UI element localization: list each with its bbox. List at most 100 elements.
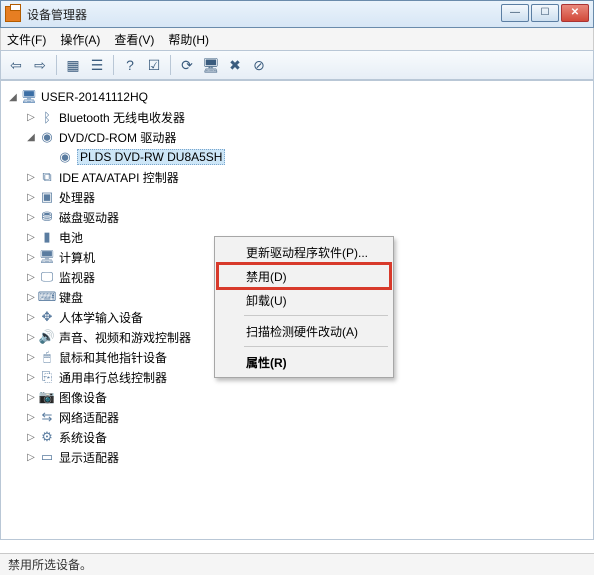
status-bar: 禁用所选设备。 (0, 553, 594, 575)
maximize-button[interactable]: ☐ (531, 4, 559, 22)
expand-icon[interactable]: ▷ (25, 271, 37, 283)
device-icon: 🖥 (39, 249, 55, 265)
ctx-separator (244, 315, 388, 316)
properties-button[interactable]: ☑ (143, 54, 165, 76)
window-controls: — ☐ ✕ (499, 4, 589, 22)
device-icon: ▣ (39, 189, 55, 205)
title-bar: 设备管理器 — ☐ ✕ (0, 0, 594, 28)
expand-icon[interactable]: ▷ (25, 411, 37, 423)
tree-item[interactable]: ▷⇆网络适配器 (25, 407, 589, 427)
device-icon: ⇆ (39, 409, 55, 425)
tree-item[interactable]: ▷📷图像设备 (25, 387, 589, 407)
forward-button[interactable]: ⇨ (29, 54, 51, 76)
device-icon: 🖱 (39, 349, 55, 365)
ctx-properties[interactable]: 属性(R) (218, 350, 390, 374)
tree-item[interactable]: ▷▭显示适配器 (25, 447, 589, 467)
ctx-label: 禁用(D) (246, 268, 287, 285)
minimize-button[interactable]: — (501, 4, 529, 22)
disable-icon: ⊘ (253, 57, 265, 74)
ctx-label: 扫描检测硬件改动(A) (246, 323, 358, 340)
ctx-disable[interactable]: 禁用(D) (218, 264, 390, 288)
update-button[interactable]: ⟳ (176, 54, 198, 76)
device-icon: 🔊 (39, 329, 55, 345)
expand-icon[interactable]: ▷ (25, 251, 37, 263)
arrow-right-icon: ⇨ (34, 57, 46, 74)
view-small-button[interactable]: ☰ (86, 54, 108, 76)
menu-view[interactable]: 查看(V) (114, 31, 154, 48)
computer-icon: 🖥 (21, 89, 37, 105)
tree-item-label: 计算机 (59, 249, 95, 266)
maximize-icon: ☐ (541, 8, 550, 18)
view-large-button[interactable]: ▦ (62, 54, 84, 76)
tree-item-label: 鼠标和其他指针设备 (59, 349, 167, 366)
expand-icon[interactable]: ▷ (25, 291, 37, 303)
ctx-update-driver[interactable]: 更新驱动程序软件(P)... (218, 240, 390, 264)
expand-icon[interactable]: ▷ (25, 111, 37, 123)
tree-item-label: Bluetooth 无线电收发器 (59, 109, 185, 126)
ctx-uninstall[interactable]: 卸载(U) (218, 288, 390, 312)
tree-item-label: 人体学输入设备 (59, 309, 143, 326)
device-icon: ▭ (39, 449, 55, 465)
toolbar-separator (170, 55, 171, 75)
properties-icon: ☑ (148, 57, 161, 74)
device-icon: ⎘ (39, 369, 55, 385)
tree-item[interactable]: ◢◉DVD/CD-ROM 驱动器 (25, 127, 589, 147)
expand-icon[interactable]: ▷ (25, 311, 37, 323)
app-icon (5, 6, 21, 22)
expand-icon[interactable]: ◢ (7, 91, 19, 103)
device-icon: ⚙ (39, 429, 55, 445)
tree-item-label: 电池 (59, 229, 83, 246)
toolbar: ⇦ ⇨ ▦ ☰ ? ☑ ⟳ 🖥 ✖ ⊘ (0, 50, 594, 80)
expand-icon[interactable]: ▷ (25, 451, 37, 463)
back-button[interactable]: ⇦ (5, 54, 27, 76)
device-icon: 🖵 (39, 269, 55, 285)
arrow-left-icon: ⇦ (10, 57, 22, 74)
tree-item-label: PLDS DVD-RW DU8A5SH (77, 149, 225, 165)
expand-icon[interactable]: ▷ (25, 211, 37, 223)
tree-item[interactable]: ▷⛃磁盘驱动器 (25, 207, 589, 227)
tree-item[interactable]: ▷⚙系统设备 (25, 427, 589, 447)
toolbar-separator (56, 55, 57, 75)
expand-icon[interactable]: ▷ (25, 191, 37, 203)
expand-icon[interactable]: ▷ (25, 351, 37, 363)
scan-button[interactable]: 🖥 (200, 54, 222, 76)
expand-icon[interactable]: ▷ (25, 391, 37, 403)
menu-file[interactable]: 文件(F) (7, 31, 46, 48)
tree-item[interactable]: ◉PLDS DVD-RW DU8A5SH (43, 147, 589, 167)
tree-item[interactable]: ▷ᛒBluetooth 无线电收发器 (25, 107, 589, 127)
tree-item[interactable]: ▷⧉IDE ATA/ATAPI 控制器 (25, 167, 589, 187)
menu-help[interactable]: 帮助(H) (168, 31, 209, 48)
device-icon: ▮ (39, 229, 55, 245)
scan-icon: 🖥 (202, 57, 220, 74)
expand-icon[interactable]: ▷ (25, 331, 37, 343)
ctx-scan[interactable]: 扫描检测硬件改动(A) (218, 319, 390, 343)
close-button[interactable]: ✕ (561, 4, 589, 22)
device-icon: ◉ (39, 129, 55, 145)
expand-icon[interactable]: ▷ (25, 431, 37, 443)
device-icon: 📷 (39, 389, 55, 405)
ctx-label: 更新驱动程序软件(P)... (246, 244, 368, 261)
disable-button[interactable]: ⊘ (248, 54, 270, 76)
window-title: 设备管理器 (27, 6, 87, 23)
expand-icon[interactable]: ◢ (25, 131, 37, 143)
menu-action[interactable]: 操作(A) (60, 31, 100, 48)
status-text: 禁用所选设备。 (8, 556, 92, 573)
close-icon: ✕ (571, 8, 579, 18)
device-icon: ᛒ (39, 109, 55, 125)
tree-item-label: 处理器 (59, 189, 95, 206)
tree-item-label: 声音、视频和游戏控制器 (59, 329, 191, 346)
device-icon: ⌨ (39, 289, 55, 305)
help-button[interactable]: ? (119, 54, 141, 76)
tree-root[interactable]: ◢ 🖥 USER-20141112HQ (7, 87, 589, 107)
tree-item[interactable]: ▷▣处理器 (25, 187, 589, 207)
context-menu: 更新驱动程序软件(P)... 禁用(D) 卸载(U) 扫描检测硬件改动(A) 属… (214, 236, 394, 378)
uninstall-button[interactable]: ✖ (224, 54, 246, 76)
tree-item-label: 网络适配器 (59, 409, 119, 426)
expand-icon[interactable]: ▷ (25, 371, 37, 383)
expand-icon[interactable]: ▷ (25, 171, 37, 183)
ctx-separator (244, 346, 388, 347)
tree-item-label: IDE ATA/ATAPI 控制器 (59, 169, 179, 186)
expand-icon[interactable]: ▷ (25, 231, 37, 243)
tree-item-label: 磁盘驱动器 (59, 209, 119, 226)
device-tree[interactable]: ◢ 🖥 USER-20141112HQ ▷ᛒBluetooth 无线电收发器◢◉… (0, 80, 594, 540)
